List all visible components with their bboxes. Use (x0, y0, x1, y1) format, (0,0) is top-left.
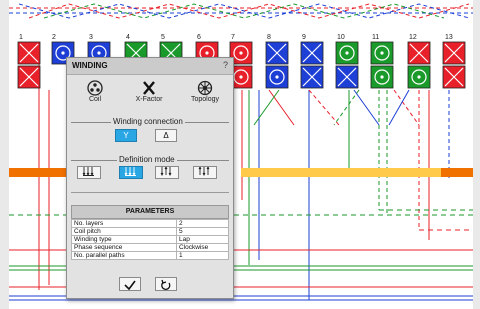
definition-mode-2-button[interactable] (119, 166, 143, 179)
definition-mode-1-button[interactable] (77, 166, 101, 179)
slot-1 (17, 41, 41, 89)
mode-3-icon (160, 165, 172, 177)
winding-connection-title: Winding connection (111, 117, 185, 126)
param-key: No. layers (71, 219, 177, 228)
dialog-titlebar[interactable]: WINDING ? (67, 58, 233, 75)
definition-mode-title: Definition mode (117, 155, 177, 164)
slot-10 (335, 41, 359, 89)
slot-number: 10 (337, 34, 345, 41)
mode-1-icon (82, 167, 94, 177)
slot-9 (300, 41, 324, 89)
slot-number: 13 (445, 34, 453, 41)
param-value[interactable]: 2 (176, 219, 229, 228)
slot-number: 4 (126, 34, 130, 41)
check-icon (124, 280, 136, 291)
confirm-button[interactable] (119, 277, 141, 291)
coil-label: Coil (88, 96, 102, 103)
topology-button[interactable]: Topology (183, 80, 227, 108)
table-row[interactable]: Phase sequence Clockwise (71, 243, 229, 252)
topology-label: Topology (190, 96, 220, 103)
coil-icon (73, 80, 117, 96)
slot-number: 6 (197, 34, 201, 41)
slot-12 (407, 41, 431, 89)
param-key: Coil pitch (71, 227, 177, 236)
slot-8 (265, 41, 289, 89)
parameters-header: PARAMETERS (71, 205, 229, 219)
param-value[interactable]: 1 (176, 251, 229, 260)
mode-2-icon (124, 167, 136, 177)
x-factor-label: X-Factor (135, 96, 163, 103)
param-value[interactable]: Lap (176, 235, 229, 244)
mode-4-icon (198, 165, 210, 177)
slot-number: 7 (231, 34, 235, 41)
definition-mode-3-button[interactable] (155, 165, 179, 179)
coil-button[interactable]: Coil (73, 80, 117, 108)
slot-11 (370, 41, 394, 89)
winding-dialog: WINDING ? Coil X-Factor Topology Winding… (66, 57, 234, 299)
topology-icon (183, 80, 227, 96)
param-value[interactable]: 5 (176, 227, 229, 236)
param-key: No. parallel paths (71, 251, 177, 260)
definition-mode-4-button[interactable] (193, 165, 217, 179)
param-key: Phase sequence (71, 243, 177, 252)
slot-number: 11 (372, 34, 379, 41)
slot-number: 5 (161, 34, 165, 41)
undo-icon (161, 279, 171, 290)
table-row[interactable]: No. parallel paths 1 (71, 251, 229, 260)
slot-number: 3 (89, 34, 93, 41)
delta-connection-button[interactable]: Δ (155, 129, 177, 142)
param-key: Winding type (71, 235, 177, 244)
table-row[interactable]: Coil pitch 5 (71, 227, 229, 236)
slot-number: 12 (409, 34, 417, 41)
star-connection-button[interactable]: Y (115, 129, 137, 142)
table-row[interactable]: Winding type Lap (71, 235, 229, 244)
x-factor-icon (127, 80, 171, 96)
slot-number: 1 (19, 34, 23, 41)
dialog-title: WINDING (72, 61, 108, 70)
parameters-divider (71, 192, 229, 193)
x-factor-button[interactable]: X-Factor (127, 80, 171, 108)
table-row[interactable]: No. layers 2 (71, 219, 229, 228)
slot-number: 9 (302, 34, 306, 41)
slot-13 (442, 41, 466, 89)
undo-button[interactable] (155, 277, 177, 291)
slot-number: 2 (52, 34, 56, 41)
slot-number: 8 (267, 34, 271, 41)
help-icon[interactable]: ? (223, 60, 228, 70)
parameters-table: PARAMETERS No. layers 2 Coil pitch 5 Windi… (71, 205, 229, 260)
param-value[interactable]: Clockwise (176, 243, 229, 252)
